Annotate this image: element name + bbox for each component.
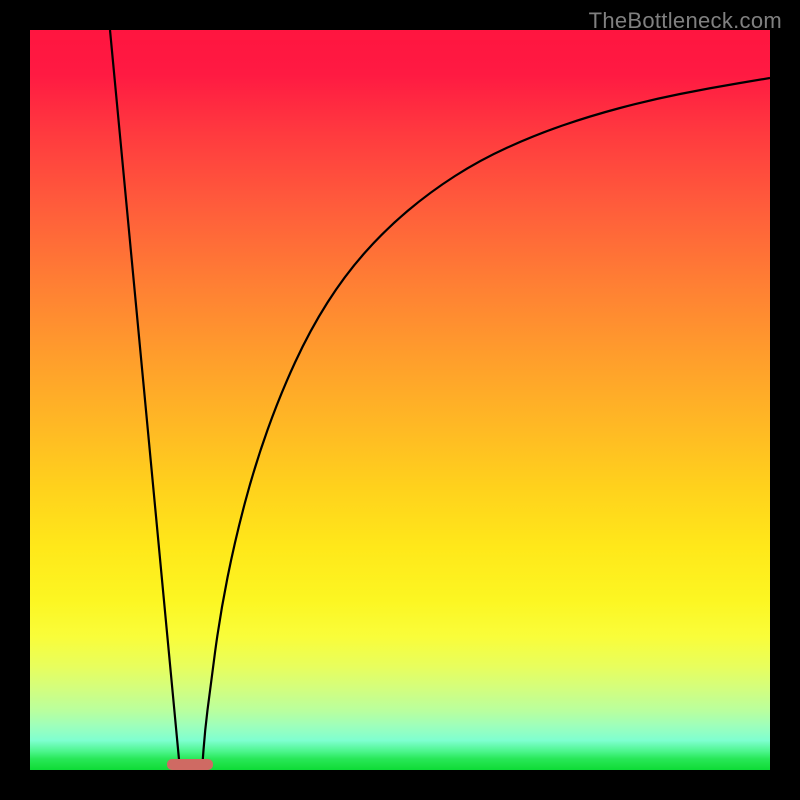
watermark-text: TheBottleneck.com: [589, 8, 782, 34]
curve-path: [110, 30, 770, 770]
chart-container: TheBottleneck.com: [0, 0, 800, 800]
curve-svg: [30, 30, 770, 770]
plot-area: [30, 30, 770, 770]
bottleneck-marker: [167, 759, 213, 770]
